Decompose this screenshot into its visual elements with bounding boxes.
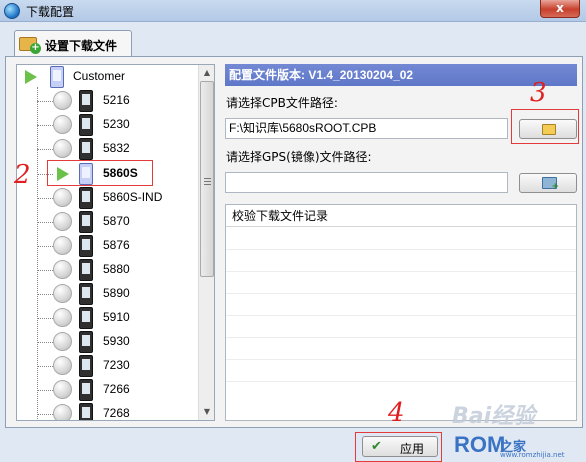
main-panel: Customer 5216 5230 5832 5860S 5860S-IND … (5, 56, 583, 428)
grip-icon (204, 178, 211, 185)
verify-log-list[interactable]: 校验下载文件记录 (225, 204, 577, 421)
status-ball-icon (53, 91, 72, 110)
phone-icon (79, 355, 93, 377)
phone-icon (79, 114, 93, 136)
tree-item[interactable]: 5870 (17, 210, 197, 234)
tree-item[interactable]: 5230 (17, 113, 197, 137)
tree-item[interactable]: 5930 (17, 330, 197, 354)
phone-icon (50, 66, 64, 88)
device-tree[interactable]: Customer 5216 5230 5832 5860S 5860S-IND … (16, 64, 215, 421)
log-row (226, 337, 576, 338)
phone-icon (79, 379, 93, 401)
tree-item[interactable]: 5216 (17, 89, 197, 113)
status-ball-icon (53, 308, 72, 327)
status-ball-icon (53, 284, 72, 303)
log-row (226, 249, 576, 250)
phone-icon (79, 259, 93, 281)
status-ball-icon (53, 260, 72, 279)
tree-item-label: 5890 (103, 286, 130, 300)
folder-add-icon (542, 177, 559, 192)
tree-item[interactable]: 5860S-IND (17, 186, 197, 210)
annotation-number: 3 (530, 78, 547, 108)
tree-item[interactable]: 5832 (17, 137, 197, 161)
scroll-up-icon[interactable]: ▲ (200, 66, 214, 80)
status-ball-icon (53, 404, 72, 420)
status-ball-icon (53, 236, 72, 255)
annotation-number: 2 (14, 160, 31, 190)
phone-icon (79, 307, 93, 329)
watermark-url: www.romzhijia.net (500, 451, 565, 459)
phone-icon (79, 138, 93, 160)
gps-path-input[interactable] (225, 172, 508, 193)
log-row (226, 271, 576, 272)
tree-item[interactable]: 7230 (17, 354, 197, 378)
browse-gps-button[interactable] (519, 173, 577, 193)
tree-item[interactable]: 7268 (17, 402, 197, 420)
phone-icon (79, 403, 93, 420)
phone-icon (79, 331, 93, 353)
status-ball-icon (53, 115, 72, 134)
status-ball-icon (53, 356, 72, 375)
log-row (226, 359, 576, 360)
tree-item[interactable]: 5890 (17, 282, 197, 306)
highlight-box (511, 109, 579, 144)
tree-root-label: Customer (73, 69, 126, 83)
tree-item[interactable]: 5880 (17, 258, 197, 282)
phone-icon (79, 235, 93, 257)
log-header: 校验下载文件记录 (226, 205, 576, 227)
tree-scrollbar[interactable]: ▲ ▼ (198, 65, 214, 420)
status-ball-icon (53, 139, 72, 158)
tree-root-customer[interactable]: Customer (17, 65, 197, 89)
annotation-number: 4 (388, 398, 405, 428)
log-row (226, 315, 576, 316)
phone-icon (79, 90, 93, 112)
tree-item-label: 5876 (103, 238, 130, 252)
tree-item-label: 5860S-IND (103, 190, 163, 204)
tree-item-label: 5832 (103, 141, 130, 155)
app-globe-icon (4, 3, 20, 19)
close-button[interactable]: x (540, 0, 580, 18)
window-title: 下载配置 (26, 5, 75, 19)
gps-path-label: 请选择GPS(镜像)文件路径: (226, 150, 372, 164)
watermark-rom: ROM (454, 432, 506, 457)
title-bar: 下载配置 x (0, 0, 586, 22)
phone-icon (79, 211, 93, 233)
tree-item-label: 5870 (103, 214, 130, 228)
cpb-path-label: 请选择CPB文件路径: (226, 96, 338, 110)
scroll-down-icon[interactable]: ▼ (200, 405, 214, 419)
tree-item-label: 5216 (103, 93, 130, 107)
status-ball-icon (53, 212, 72, 231)
config-version-bar: 配置文件版本: V1.4_20130204_02 (225, 64, 577, 86)
tree-item[interactable]: 5910 (17, 306, 197, 330)
highlight-box (355, 432, 442, 462)
tree-item-label: 7230 (103, 358, 130, 372)
log-row (226, 293, 576, 294)
tree-item[interactable]: 5876 (17, 234, 197, 258)
status-ball-icon (53, 332, 72, 351)
highlight-box (47, 160, 153, 186)
tree-item-label: 7266 (103, 382, 130, 396)
play-icon (25, 70, 37, 84)
phone-icon (79, 187, 93, 209)
phone-icon (79, 283, 93, 305)
cpb-path-input[interactable]: F:\知识库\5680sROOT.CPB (225, 118, 508, 139)
status-ball-icon (53, 188, 72, 207)
tree-item-label: 5910 (103, 310, 130, 324)
log-row (226, 381, 576, 382)
tree-item-label: 7268 (103, 406, 130, 420)
tree-item-label: 5930 (103, 334, 130, 348)
tree-item-label: 5880 (103, 262, 130, 276)
watermark-baidu: Bai经验 (452, 404, 536, 429)
folder-add-icon: + (19, 35, 41, 54)
status-ball-icon (53, 380, 72, 399)
tree-item-label: 5230 (103, 117, 130, 131)
scroll-thumb[interactable] (200, 81, 214, 277)
tab-download-settings[interactable]: + 设置下载文件 (14, 30, 132, 57)
tab-label: 设置下载文件 (45, 39, 118, 53)
tree-item[interactable]: 7266 (17, 378, 197, 402)
